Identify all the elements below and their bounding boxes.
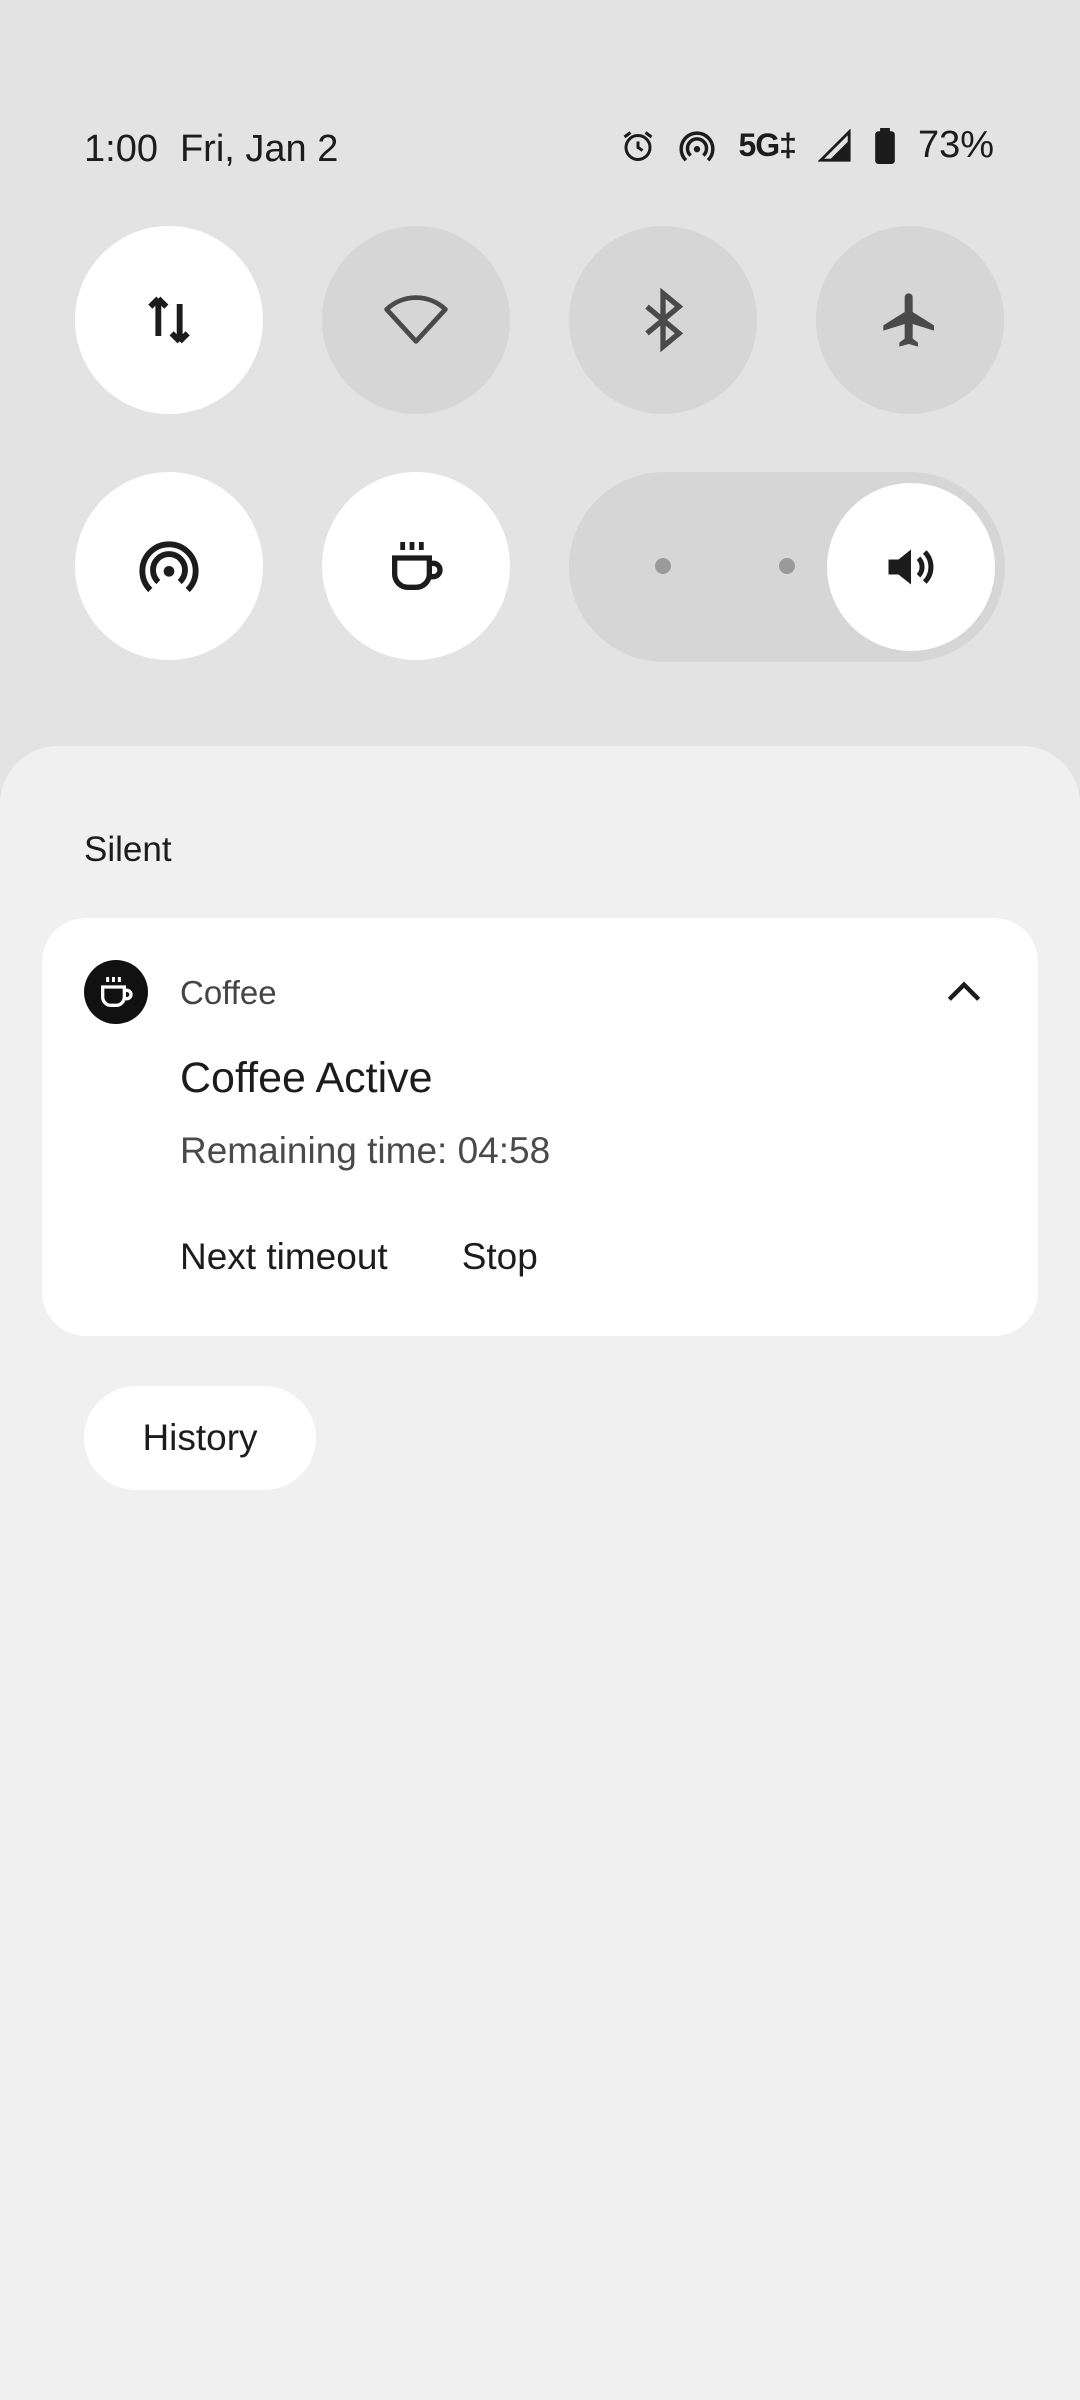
network-type: 5G‡ [738, 127, 796, 163]
wifi-icon [384, 295, 448, 344]
tile-wifi[interactable] [322, 226, 510, 414]
status-date: Fri, Jan 2 [179, 128, 339, 170]
status-bar: 1:00 Fri, Jan 2 5G‡ 73% [0, 120, 1080, 180]
tile-coffee[interactable] [322, 472, 510, 660]
next-timeout-button[interactable]: Next timeout [180, 1236, 388, 1278]
notification-card[interactable]: Coffee Coffee Active Remaining time: 04:… [42, 918, 1038, 1336]
notification-title: Coffee Active [180, 1054, 433, 1102]
coffee-cup-icon [101, 977, 133, 1007]
quick-settings-screen: 1:00 Fri, Jan 2 5G‡ 73% Silent Coffee Co… [0, 0, 1080, 2400]
tile-mobile-data[interactable] [75, 226, 263, 414]
notification-text: Remaining time: 04:58 [180, 1130, 551, 1171]
hotspot-icon [679, 130, 716, 161]
volume-dot-vibrate[interactable] [655, 558, 671, 574]
alarm-icon [624, 130, 653, 161]
tile-hotspot[interactable] [75, 472, 263, 660]
volume-knob[interactable] [827, 483, 995, 651]
chevron-up-icon[interactable] [942, 970, 986, 1014]
battery-percent: 73% [917, 124, 994, 166]
data-transfer-icon [148, 296, 190, 344]
hotspot-icon [139, 541, 199, 593]
app-icon [84, 960, 148, 1024]
history-button[interactable]: History [84, 1386, 316, 1490]
signal-icon [817, 128, 851, 162]
airplane-icon [883, 293, 934, 347]
stop-button[interactable]: Stop [462, 1236, 538, 1278]
coffee-cup-icon [392, 542, 443, 590]
bluetooth-icon [645, 288, 684, 352]
section-label-silent: Silent [84, 830, 172, 869]
volume-slider[interactable] [569, 472, 1005, 662]
volume-icon [888, 549, 934, 585]
battery-icon [875, 127, 895, 164]
tile-bluetooth[interactable] [569, 226, 757, 414]
tile-airplane[interactable] [816, 226, 1004, 414]
notification-app-name: Coffee [180, 974, 277, 1011]
status-time: 1:00 [84, 128, 158, 170]
notification-shade: Silent Coffee Coffee Active Remaining ti… [0, 746, 1080, 2400]
volume-dot-silent[interactable] [779, 558, 795, 574]
